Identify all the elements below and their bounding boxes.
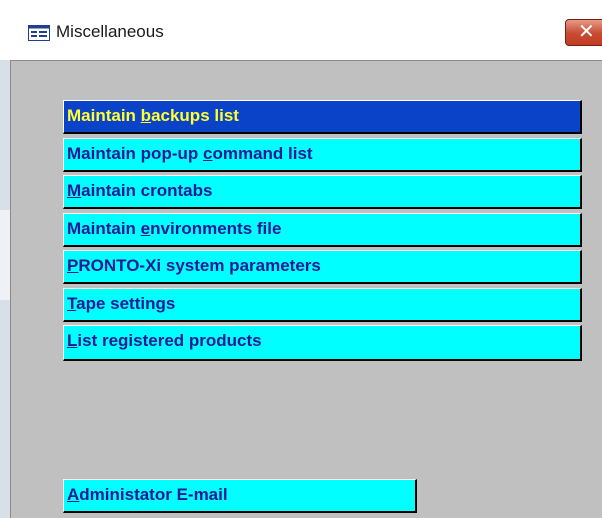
form-window-icon — [28, 25, 50, 41]
tape-settings-button[interactable]: Tape settings — [63, 288, 582, 322]
button-label-post: dministator E-mail — [79, 485, 228, 504]
button-label-post: nvironments file — [150, 219, 282, 238]
button-label-hotkey: P — [67, 256, 79, 275]
button-label-hotkey: e — [140, 219, 151, 238]
close-icon: ✕ — [578, 19, 595, 43]
maintain-crontabs-button[interactable]: Maintain crontabs — [63, 175, 582, 209]
miscellaneous-window: Miscellaneous ✕ Maintain backups list Ma… — [0, 0, 602, 518]
window-title: Miscellaneous — [56, 22, 164, 41]
button-label-hotkey: T — [67, 294, 77, 313]
window-left-frame — [0, 60, 10, 518]
button-label-pre: Maintain pop-up — [67, 144, 203, 163]
button-label-post: RONTO-Xi system parameters — [78, 256, 321, 275]
maintain-environments-file-button[interactable]: Maintain environments file — [63, 213, 582, 247]
maintain-popup-command-list-button[interactable]: Maintain pop-up command list — [63, 138, 582, 172]
pronto-xi-system-parameters-button[interactable]: PRONTO-Xi system parameters — [63, 250, 582, 284]
button-label-hotkey: A — [67, 485, 80, 504]
button-label-post: ackups list — [151, 106, 239, 125]
button-label-post: aintain crontabs — [81, 181, 213, 200]
maintain-backups-list-button[interactable]: Maintain backups list — [63, 100, 582, 134]
button-label-hotkey: b — [140, 106, 152, 125]
client-area: Maintain backups list Maintain pop-up co… — [10, 60, 602, 518]
button-label-post: ommand list — [212, 144, 313, 163]
button-label-hotkey: M — [67, 181, 82, 200]
button-label-pre: Maintain — [67, 219, 141, 238]
button-label-post: ape settings — [76, 294, 176, 313]
title-bar: Miscellaneous ✕ — [0, 0, 602, 60]
button-label-post: ist registered products — [77, 331, 262, 350]
button-label-hotkey: L — [67, 331, 78, 350]
button-label-pre: Maintain — [67, 106, 141, 125]
frame-highlight — [0, 210, 10, 300]
administator-email-button[interactable]: Administator E-mail — [63, 479, 417, 513]
close-button[interactable]: ✕ — [565, 19, 602, 46]
list-registered-products-button[interactable]: List registered products — [63, 325, 582, 361]
